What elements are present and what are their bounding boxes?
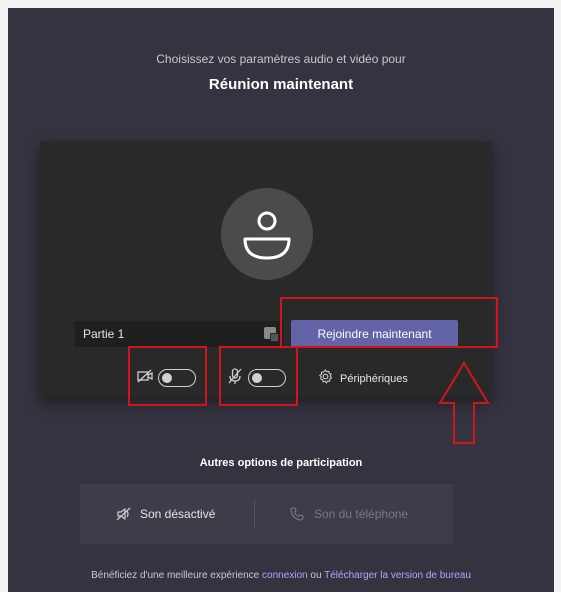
join-button-highlight [280, 297, 498, 348]
speaker-off-icon [116, 507, 131, 521]
keyboard-icon [264, 327, 279, 342]
mic-toggle-highlight [219, 346, 298, 406]
download-desktop-link[interactable]: Télécharger la version de bureau [324, 570, 471, 581]
phone-audio-button[interactable]: Son du téléphone [290, 484, 408, 544]
phone-icon [290, 507, 304, 521]
camera-toggle-highlight [128, 346, 207, 406]
user-icon [243, 211, 291, 260]
other-options-label: Autres options de participation [199, 457, 363, 469]
avatar [221, 188, 313, 280]
audio-off-label: Son désactivé [140, 507, 216, 521]
pre-join-screen: Choisissez vos paramètres audio et vidéo… [8, 8, 554, 592]
join-options-panel: Son désactivé Son du téléphone [80, 484, 453, 544]
name-field[interactable] [75, 321, 283, 347]
devices-button[interactable]: Périphériques [340, 373, 408, 385]
options-divider [254, 500, 255, 528]
audio-off-button[interactable]: Son désactivé [116, 484, 215, 544]
settings-subtitle: Choisissez vos paramètres audio et vidéo… [156, 52, 406, 66]
phone-audio-label: Son du téléphone [314, 507, 409, 521]
connexion-link[interactable]: connexion [262, 570, 308, 581]
footer-text: Bénéficiez d'une meilleure expérience co… [8, 570, 554, 581]
footer-or: ou [310, 570, 322, 581]
footer-prefix: Bénéficiez d'une meilleure expérience [91, 570, 260, 581]
arrow-up-icon [438, 361, 490, 444]
gear-icon[interactable] [318, 369, 333, 384]
meeting-title: Réunion maintenant [208, 76, 354, 93]
